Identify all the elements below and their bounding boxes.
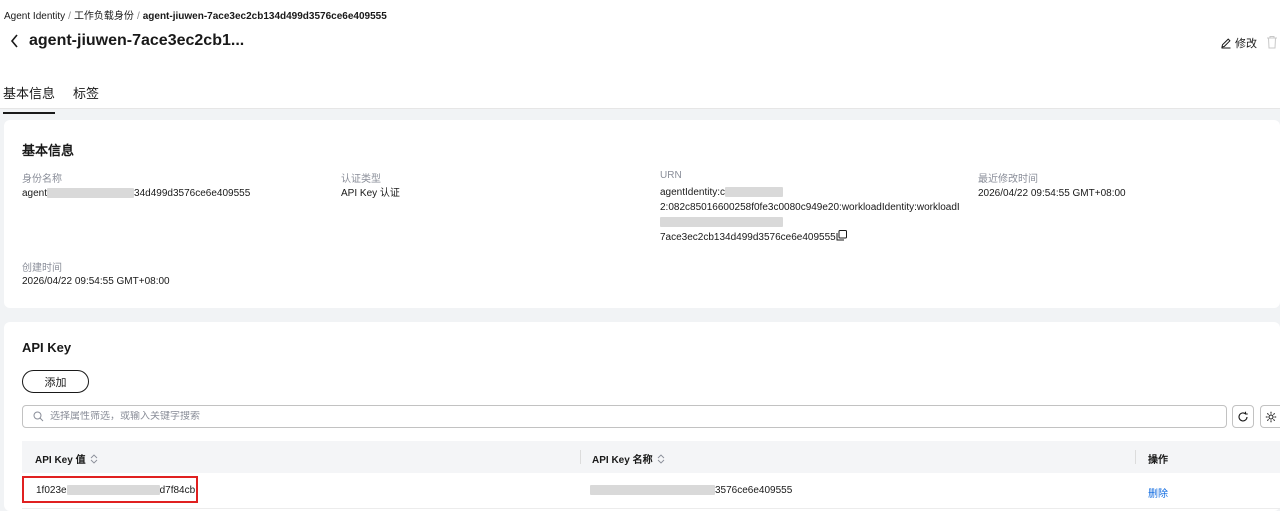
page-title: agent-jiuwen-7ace3ec2cb1... [29, 32, 245, 49]
breadcrumb-separator: / [68, 11, 71, 22]
basic-info-card: 基本信息 身份名称 agent 34d499d3576ce6e409555 认证类… [4, 120, 1280, 308]
refresh-button[interactable] [1232, 405, 1254, 428]
column-divider [580, 450, 581, 464]
top-bar: Agent Identity / 工作负载身份 / agent-jiuwen-7ace3… [0, 0, 1280, 65]
api-key-value-cell: 1f023e d7f84cb [36, 485, 195, 496]
breadcrumb-current: agent-jiuwen-7ace3ec2cb134d499d3576ce6e4… [142, 11, 387, 22]
column-header-api-key-value[interactable]: API Key 值 [35, 451, 98, 466]
trash-icon[interactable] [1266, 35, 1278, 49]
table-row: 1f023e d7f84cb 3576ce6e409555 删除 [22, 473, 1280, 509]
identity-name-prefix: agent [22, 188, 48, 199]
last-modified-label: 最近修改时间 [978, 174, 1038, 185]
breadcrumb-item-agent-identity[interactable]: Agent Identity [4, 11, 65, 22]
urn-value-line3 [660, 216, 783, 230]
back-arrow-icon[interactable] [9, 33, 21, 49]
last-modified-value: 2026/04/22 09:54:55 GMT+08:00 [978, 188, 1126, 199]
basic-info-title: 基本信息 [22, 143, 75, 158]
urn-value-line2: 2:082c85016600258f0fe3c0080c949e20:workl… [660, 202, 960, 213]
redaction-block [725, 187, 784, 198]
search-box[interactable] [22, 405, 1227, 428]
column-divider [1135, 450, 1136, 464]
edit-button[interactable]: 修改 [1220, 35, 1257, 51]
urn-value-line4: 7ace3ec2cb134d499d3576ce6e409555 [660, 232, 836, 243]
sort-icon[interactable] [90, 453, 98, 464]
urn-line1-prefix: agentIdentity:c [660, 187, 726, 198]
api-key-suffix: d7f84cb [159, 485, 196, 496]
api-key-title: API Key [22, 340, 72, 355]
breadcrumb-separator: / [136, 11, 140, 22]
table-header: API Key 值 API Key 名称 操作 [22, 441, 1280, 473]
delete-link[interactable]: 删除 [1148, 485, 1168, 500]
tab-tags[interactable]: 标签 [73, 83, 99, 112]
breadcrumb-item-workload-identity[interactable]: 工作负载身份 [74, 11, 134, 22]
edit-label: 修改 [1235, 38, 1257, 50]
breadcrumb: Agent Identity / 工作负载身份 / agent-jiuwen-7ace3… [4, 7, 387, 22]
column-header-api-key-name[interactable]: API Key 名称 [592, 451, 665, 466]
api-key-prefix: 1f023e [36, 485, 67, 496]
column-header-label: API Key 名称 [592, 455, 653, 466]
redaction-block [590, 485, 715, 496]
redaction-block [660, 217, 783, 228]
search-icon [33, 411, 44, 422]
auth-type-label: 认证类型 [341, 174, 381, 185]
created-value: 2026/04/22 09:54:55 GMT+08:00 [22, 276, 170, 287]
gear-icon [1265, 411, 1276, 422]
settings-button[interactable] [1260, 405, 1280, 428]
created-label: 创建时间 [22, 263, 62, 274]
urn-label: URN [660, 170, 682, 181]
redaction-block [66, 485, 160, 496]
api-key-name-cell: 3576ce6e409555 [590, 485, 792, 496]
search-input[interactable] [50, 411, 1200, 422]
column-header-label: API Key 值 [35, 455, 86, 466]
identity-name-value: agent 34d499d3576ce6e409555 [22, 187, 250, 201]
column-header-actions: 操作 [1148, 451, 1168, 466]
redaction-block [47, 188, 135, 199]
urn-value-line1: agentIdentity:c [660, 186, 784, 200]
identity-name-label: 身份名称 [22, 174, 62, 185]
add-api-key-button[interactable]: 添加 [22, 370, 89, 393]
api-key-name-suffix: 3576ce6e409555 [715, 485, 793, 496]
column-header-label: 操作 [1148, 455, 1168, 466]
auth-type-value: API Key 认证 [341, 188, 400, 199]
sort-icon[interactable] [657, 453, 665, 464]
tab-basic-info[interactable]: 基本信息 [3, 83, 56, 114]
copy-icon[interactable] [836, 230, 847, 241]
api-key-card: API Key 添加 API Key 值 API Key 名称 [4, 322, 1280, 511]
tab-bar: 基本信息 标签 [0, 65, 1280, 114]
pencil-icon [1221, 38, 1231, 49]
identity-name-suffix: 34d499d3576ce6e409555 [134, 188, 251, 199]
refresh-icon [1238, 411, 1248, 421]
